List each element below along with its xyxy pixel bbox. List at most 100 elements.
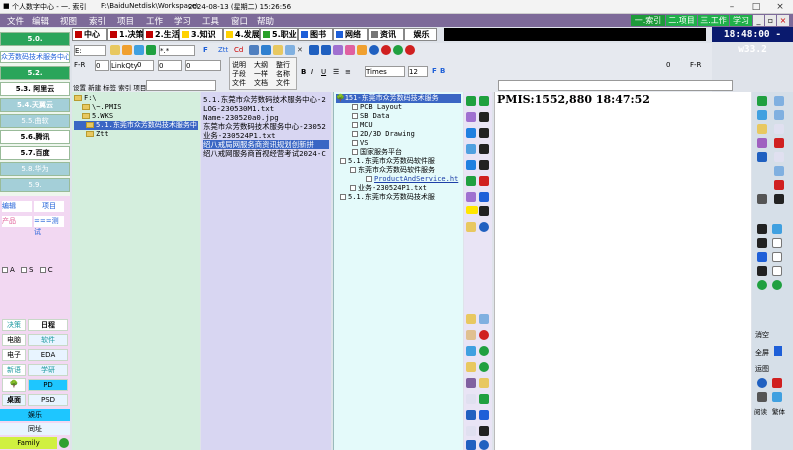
ribbon-list-icon[interactable] xyxy=(466,394,476,404)
rp-pen-icon[interactable] xyxy=(772,378,782,388)
refresh-icon[interactable] xyxy=(59,438,69,448)
cancel-icon[interactable] xyxy=(405,45,415,55)
ribbon-up2-icon[interactable] xyxy=(479,144,489,154)
ribbon-circle2-icon[interactable] xyxy=(479,440,489,450)
mark-icon[interactable] xyxy=(345,45,355,55)
nav-item-tencent[interactable]: 5.6.腾讯 xyxy=(0,130,70,144)
ribbon-folder2-icon[interactable] xyxy=(466,314,476,324)
subtab-project[interactable]: 项目 xyxy=(133,84,146,92)
tab-study[interactable]: 学习 xyxy=(730,15,752,26)
checkbox-icon[interactable] xyxy=(352,104,358,110)
file-item[interactable]: 绍八戒网服务商首视经营考试2024-C xyxy=(203,149,329,158)
grid-eda[interactable]: EDA xyxy=(28,349,68,361)
ribbon-tree-icon[interactable] xyxy=(466,96,476,106)
proj-item[interactable]: PCB Layout xyxy=(336,103,461,112)
tab-index[interactable]: 一.索引 xyxy=(631,15,665,26)
grid-decision[interactable]: 决策 xyxy=(2,319,26,331)
info-icon[interactable] xyxy=(369,45,379,55)
rp-read-label[interactable]: 阅读 xyxy=(754,406,767,416)
ribbon-pc-icon[interactable] xyxy=(466,346,476,356)
rp-doc-icon[interactable] xyxy=(774,96,784,106)
ribbon-top-icon[interactable] xyxy=(479,128,489,138)
delete-icon[interactable]: ✕ xyxy=(297,45,307,56)
rp-run-label[interactable]: 运图 xyxy=(755,364,769,374)
menu-project[interactable]: 项目 xyxy=(117,15,134,27)
edit-icon[interactable] xyxy=(333,45,343,55)
rp-check-icon[interactable] xyxy=(772,238,782,248)
field-0-d[interactable]: 0 xyxy=(185,60,221,71)
font-select[interactable]: Times xyxy=(365,66,405,77)
nav-item-baidu[interactable]: 5.7.百度 xyxy=(0,146,70,160)
underline-button[interactable]: U xyxy=(321,67,329,78)
ribbon-diamond2-icon[interactable] xyxy=(479,410,489,420)
tree-wks[interactable]: 5.WKS xyxy=(74,112,198,121)
paste-icon[interactable] xyxy=(273,45,283,55)
rp-gear-icon[interactable] xyxy=(757,194,767,204)
tree-search-input[interactable] xyxy=(146,80,216,91)
field-0-a[interactable]: 0 xyxy=(95,60,109,71)
cat-books[interactable]: 图书 xyxy=(298,28,333,41)
rp-tool-icon[interactable] xyxy=(757,392,767,402)
folder-icon[interactable] xyxy=(110,45,120,55)
ribbon-save-icon[interactable] xyxy=(466,410,476,420)
ribbon-open-icon[interactable] xyxy=(466,378,476,388)
nav-item-5-9[interactable]: 5.9. xyxy=(0,178,70,192)
file-item[interactable]: LOG-230530M1.txt xyxy=(203,104,329,113)
opt-file[interactable]: 文件 xyxy=(232,78,252,89)
cat-career[interactable]: 5.职业 xyxy=(260,28,298,41)
rp-go-icon[interactable] xyxy=(757,280,767,290)
close-button[interactable]: × xyxy=(768,1,792,13)
rp-fullscreen-label[interactable]: 全屏 xyxy=(755,348,769,358)
ribbon-go-icon[interactable] xyxy=(466,176,476,186)
subtab-new[interactable]: 新建 xyxy=(88,84,101,92)
menu-view[interactable]: 视图 xyxy=(60,15,77,27)
ribbon-bottom-icon[interactable] xyxy=(479,160,489,170)
ribbon-folder4-icon[interactable] xyxy=(479,378,489,388)
proj-item[interactable]: VS xyxy=(336,139,461,148)
tab-work[interactable]: 三.工作 xyxy=(698,15,729,26)
opt-file2[interactable]: 文件 xyxy=(276,78,296,89)
copy-icon[interactable] xyxy=(261,45,271,55)
rp-down-icon[interactable] xyxy=(757,266,767,276)
undo-icon[interactable] xyxy=(309,45,319,55)
ribbon-close-icon[interactable] xyxy=(479,330,489,340)
minimize-button[interactable]: – xyxy=(720,1,744,13)
grid-desktop[interactable]: 桌面 xyxy=(2,394,26,406)
tab-project[interactable]: 二.项目 xyxy=(666,15,697,26)
cd-button[interactable]: Cd xyxy=(234,45,248,56)
new-doc-icon[interactable] xyxy=(285,45,295,55)
menu-window[interactable]: 窗口 xyxy=(231,15,248,27)
rp-doc2-icon[interactable] xyxy=(774,110,784,120)
tree-selected-company[interactable]: 5.1.东莞市众芳数码技术服务中 xyxy=(74,121,198,130)
b-button[interactable]: B xyxy=(440,66,448,77)
rp-slider-handle[interactable] xyxy=(774,346,782,356)
link-project[interactable]: 项目 xyxy=(34,201,64,212)
nav-item-aliyun[interactable]: 5.3. 阿里云 xyxy=(0,82,70,96)
checkbox-icon[interactable] xyxy=(352,140,358,146)
rp-file-icon[interactable] xyxy=(774,152,784,162)
rp-flag-icon[interactable] xyxy=(774,138,784,148)
file-item[interactable]: Name-230520a0.jpg xyxy=(203,113,329,122)
bookmark-icon[interactable] xyxy=(146,45,156,55)
ztt-button[interactable]: Ztt xyxy=(218,45,233,56)
redo-icon[interactable] xyxy=(321,45,331,55)
tree-icon[interactable]: 🌳 xyxy=(2,378,26,392)
ribbon-ok-icon[interactable] xyxy=(479,346,489,356)
menu-index[interactable]: 索引 xyxy=(89,15,106,27)
drive-select[interactable]: E: xyxy=(74,45,106,56)
cat-entertainment[interactable]: 娱乐 xyxy=(404,28,437,41)
nav-item-huawei[interactable]: 5.8.华为 xyxy=(0,162,70,176)
ribbon-l-icon[interactable] xyxy=(479,206,489,216)
ribbon-note-icon[interactable] xyxy=(466,330,476,340)
cat-center[interactable]: 中心 xyxy=(72,28,107,41)
ribbon-circle-icon[interactable] xyxy=(479,222,489,232)
file-item[interactable]: 5.1.东莞市众芳数码技术服务中心-2 xyxy=(203,95,329,104)
field-0-c[interactable]: 0 xyxy=(158,60,182,71)
ribbon-doc2-icon[interactable] xyxy=(466,426,476,436)
subtab-index[interactable]: 索引 xyxy=(118,84,131,92)
maximize-button[interactable]: □ xyxy=(744,1,768,13)
link-test[interactable]: ===测试 xyxy=(34,216,64,236)
filter-select[interactable]: *.* xyxy=(159,45,195,56)
ribbon-down-icon[interactable] xyxy=(466,160,476,170)
ribbon-refresh-icon[interactable] xyxy=(479,362,489,372)
